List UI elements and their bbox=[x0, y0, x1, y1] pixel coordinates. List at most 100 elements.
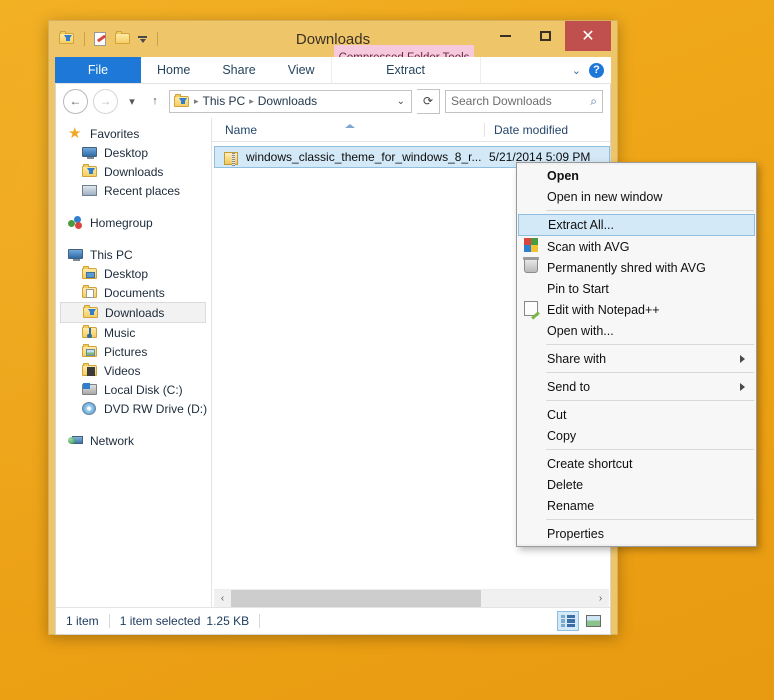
chevron-down-icon[interactable]: ⌄ bbox=[572, 64, 581, 77]
sidebar-item-local-disk[interactable]: Local Disk (C:) bbox=[60, 380, 210, 399]
scroll-left-arrow-icon[interactable]: ‹ bbox=[214, 593, 231, 604]
menu-item-edit-with-notepadpp[interactable]: Edit with Notepad++ bbox=[518, 299, 755, 320]
large-icons-view-button[interactable] bbox=[582, 611, 604, 631]
star-icon: ★ bbox=[68, 125, 82, 142]
downloads-folder-icon bbox=[82, 164, 98, 179]
context-menu: Open Open in new window Extract All... S… bbox=[516, 162, 757, 547]
details-view-icon bbox=[561, 615, 575, 627]
breadcrumb[interactable]: ▸ This PC ▸ Downloads ⌄ bbox=[169, 89, 412, 113]
recent-locations-dropdown[interactable]: ▾ bbox=[123, 95, 141, 108]
menu-item-extract-all[interactable]: Extract All... bbox=[518, 214, 755, 236]
breadcrumb-separator-2: ▸ bbox=[249, 95, 254, 106]
refresh-button[interactable]: ⟳ bbox=[417, 88, 440, 114]
scrollbar-thumb[interactable] bbox=[231, 590, 481, 607]
tab-view[interactable]: View bbox=[272, 57, 331, 83]
tab-home[interactable]: Home bbox=[141, 57, 206, 83]
menu-item-send-to[interactable]: Send to bbox=[518, 376, 755, 397]
menu-item-open-in-new-window[interactable]: Open in new window bbox=[518, 186, 755, 207]
menu-item-create-shortcut[interactable]: Create shortcut bbox=[518, 453, 755, 474]
close-button[interactable]: ✕ bbox=[565, 21, 611, 51]
column-header-date-modified[interactable]: Date modified bbox=[484, 122, 610, 137]
menu-item-scan-with-avg[interactable]: Scan with AVG bbox=[518, 236, 755, 257]
sidebar-item-favorites[interactable]: ★ Favorites bbox=[60, 124, 210, 143]
menu-item-open[interactable]: Open bbox=[518, 165, 755, 186]
scrollbar-track[interactable] bbox=[231, 590, 592, 607]
qat-divider-2 bbox=[157, 32, 158, 46]
menu-item-copy[interactable]: Copy bbox=[518, 425, 755, 446]
sidebar-item-network[interactable]: Network bbox=[60, 431, 210, 450]
column-header-name-label: Name bbox=[225, 122, 258, 137]
title-bar: Downloads ✕ bbox=[55, 21, 611, 57]
sidebar-item-this-pc[interactable]: This PC bbox=[60, 245, 210, 264]
ribbon-tab-strip: File Home Share View Extract ⌄ ? bbox=[55, 57, 611, 84]
menu-item-delete[interactable]: Delete bbox=[518, 474, 755, 495]
customize-qat-icon[interactable] bbox=[137, 31, 149, 48]
context-menu-body: Open Open in new window Extract All... S… bbox=[517, 165, 756, 544]
breadcrumb-item-this-pc[interactable]: This PC bbox=[203, 94, 246, 108]
search-input[interactable]: Search Downloads ⌕ bbox=[445, 89, 603, 113]
sidebar-item-pictures[interactable]: Pictures bbox=[60, 342, 210, 361]
minimize-button[interactable] bbox=[485, 21, 525, 51]
sidebar-item-videos[interactable]: Videos bbox=[60, 361, 210, 380]
tab-extract[interactable]: Extract bbox=[330, 57, 481, 83]
sidebar-item-desktop[interactable]: Desktop bbox=[60, 143, 210, 162]
forward-button[interactable]: → bbox=[93, 88, 118, 114]
downloads-folder-icon[interactable] bbox=[59, 30, 76, 48]
menu-separator-3 bbox=[546, 372, 754, 373]
menu-item-properties[interactable]: Properties bbox=[518, 523, 755, 544]
back-button[interactable]: ← bbox=[63, 88, 88, 114]
sidebar-item-label: Desktop bbox=[104, 266, 149, 281]
sidebar-item-desktop-pc[interactable]: Desktop bbox=[60, 264, 210, 283]
homegroup-icon bbox=[68, 215, 84, 230]
sidebar-item-homegroup[interactable]: Homegroup bbox=[60, 213, 210, 232]
scroll-right-arrow-icon[interactable]: › bbox=[592, 593, 609, 604]
sort-ascending-icon bbox=[345, 123, 355, 128]
downloads-folder-icon bbox=[83, 305, 99, 320]
tab-file[interactable]: File bbox=[55, 57, 141, 83]
maximize-button[interactable] bbox=[525, 21, 565, 51]
up-button[interactable]: ↑ bbox=[146, 95, 164, 107]
sidebar-item-label: DVD RW Drive (D:) G bbox=[104, 401, 211, 416]
menu-item-permanently-shred-with-avg[interactable]: Permanently shred with AVG bbox=[518, 257, 755, 278]
search-placeholder: Search Downloads bbox=[451, 94, 552, 108]
menu-item-label: Cut bbox=[547, 407, 567, 422]
details-view-button[interactable] bbox=[557, 611, 579, 631]
menu-item-label: Share with bbox=[547, 351, 607, 366]
new-folder-icon[interactable] bbox=[115, 30, 132, 48]
menu-item-pin-to-start[interactable]: Pin to Start bbox=[518, 278, 755, 299]
shred-icon bbox=[523, 257, 540, 275]
desktop-folder-icon bbox=[82, 266, 98, 281]
search-icon[interactable]: ⌕ bbox=[590, 94, 597, 109]
caption-buttons: ✕ bbox=[485, 21, 611, 51]
sidebar-item-dvd-drive[interactable]: DVD RW Drive (D:) G bbox=[60, 399, 210, 418]
sidebar-item-documents[interactable]: Documents bbox=[60, 283, 210, 302]
breadcrumb-item-downloads[interactable]: Downloads bbox=[258, 94, 317, 108]
sidebar-item-recent-places[interactable]: Recent places bbox=[60, 181, 210, 200]
sidebar-item-downloads-fav[interactable]: Downloads bbox=[60, 162, 210, 181]
horizontal-scrollbar[interactable]: ‹ › bbox=[214, 589, 609, 607]
this-pc-icon bbox=[68, 247, 84, 262]
menu-item-rename[interactable]: Rename bbox=[518, 495, 755, 516]
quick-access-toolbar bbox=[55, 30, 161, 48]
menu-item-open-with[interactable]: Open with... bbox=[518, 320, 755, 341]
column-header-name[interactable]: Name bbox=[212, 123, 484, 137]
status-selection: 1 item selected bbox=[119, 614, 201, 628]
pictures-folder-icon bbox=[82, 344, 98, 359]
file-name-label: windows_classic_theme_for_windows_8_r... bbox=[246, 150, 482, 164]
help-icon[interactable]: ? bbox=[589, 62, 604, 78]
chevron-down-icon[interactable]: ⌄ bbox=[397, 96, 407, 107]
menu-separator-2 bbox=[546, 344, 754, 345]
tab-share[interactable]: Share bbox=[206, 57, 271, 83]
sidebar-item-label: Downloads bbox=[104, 164, 164, 179]
properties-icon[interactable] bbox=[93, 31, 110, 48]
menu-item-cut[interactable]: Cut bbox=[518, 404, 755, 425]
menu-item-share-with[interactable]: Share with bbox=[518, 348, 755, 369]
sidebar-item-label: Documents bbox=[104, 285, 165, 300]
ribbon-right-controls: ⌄ ? bbox=[572, 57, 611, 83]
status-divider bbox=[108, 614, 110, 628]
menu-item-label: Copy bbox=[547, 428, 577, 443]
sidebar-item-downloads[interactable]: Downloads bbox=[60, 302, 206, 323]
menu-item-label: Permanently shred with AVG bbox=[547, 260, 706, 275]
sidebar-item-music[interactable]: Music bbox=[60, 323, 210, 342]
